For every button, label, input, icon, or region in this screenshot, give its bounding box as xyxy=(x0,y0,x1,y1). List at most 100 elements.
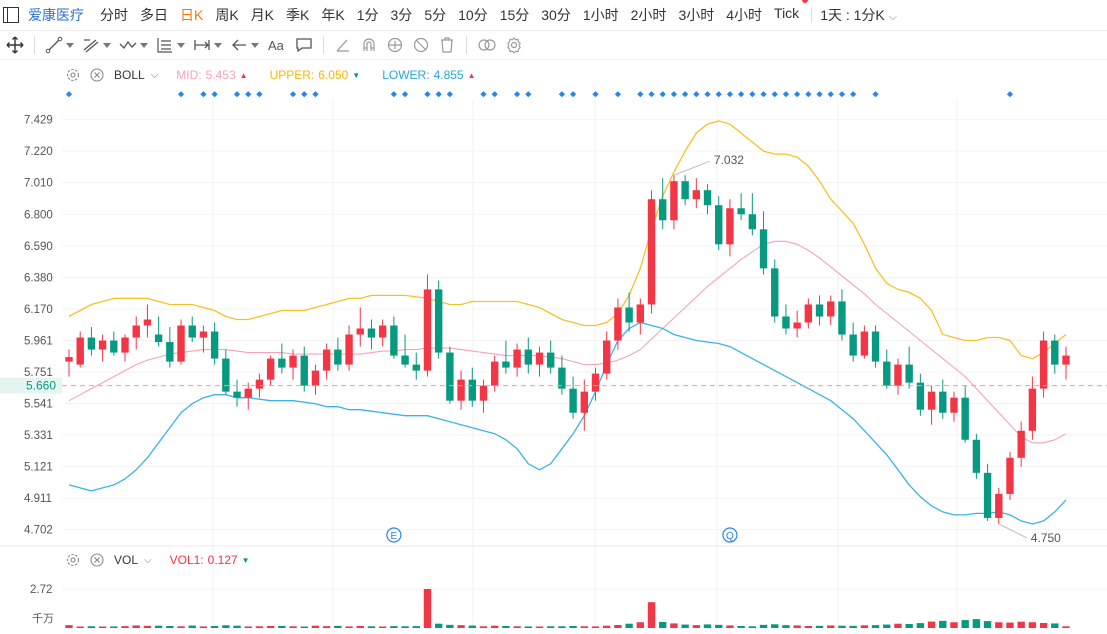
volume-bar-down xyxy=(1051,623,1059,628)
period-tab[interactable]: 3小时 xyxy=(678,5,714,25)
lower-value: 4.855 xyxy=(433,68,464,82)
candle-up xyxy=(121,337,129,353)
candle-down xyxy=(401,355,409,365)
volume-bar-up xyxy=(804,625,813,628)
measure-tool[interactable] xyxy=(193,36,222,54)
candle-up xyxy=(423,289,432,371)
candle-up xyxy=(177,325,185,362)
volume-bar-up xyxy=(692,625,701,628)
fib-tool[interactable] xyxy=(156,36,185,54)
volume-bar-down xyxy=(849,625,857,628)
lock-tool[interactable] xyxy=(386,36,404,54)
period-tab[interactable]: 分时 xyxy=(100,5,128,25)
volume-bar-down xyxy=(782,625,790,628)
wave-tool[interactable] xyxy=(119,36,148,54)
signal-dot xyxy=(256,91,263,98)
comment-icon xyxy=(296,38,312,53)
event-marker-label: E xyxy=(391,531,398,542)
candle-down xyxy=(1051,340,1059,365)
stock-name[interactable]: 爱康医疗 xyxy=(28,5,84,25)
toolbar-divider xyxy=(34,36,35,54)
vol1-value: 0.127 xyxy=(207,553,238,567)
period-tab[interactable]: 4小时 xyxy=(726,5,762,25)
settings-tool[interactable] xyxy=(505,36,523,54)
period-tab[interactable]: 年K xyxy=(321,5,344,25)
volume-bar-down xyxy=(110,626,118,628)
volume-bar-down xyxy=(625,623,633,628)
angle-icon xyxy=(336,39,349,52)
volume-bar-down xyxy=(502,625,510,628)
candle-down xyxy=(961,397,969,440)
volume-bar-up xyxy=(580,626,589,628)
period-tab[interactable]: 季K xyxy=(286,5,309,25)
period-tab[interactable]: 周K xyxy=(215,5,238,25)
arrow-tool[interactable] xyxy=(230,36,259,54)
boll-bands xyxy=(68,120,1067,525)
price-tick-label: 6.170 xyxy=(24,304,53,316)
chevron-down-icon[interactable]: ⌵ xyxy=(151,70,159,81)
period-tab[interactable]: 3分 xyxy=(391,5,413,25)
candle-up xyxy=(143,319,152,326)
close-icon[interactable] xyxy=(90,553,104,567)
gear-icon[interactable] xyxy=(66,68,80,82)
period-tab[interactable]: 10分 xyxy=(458,5,488,25)
last-price-label: 5.660 xyxy=(26,379,56,393)
signal-dot xyxy=(771,91,778,98)
volume-bar-down xyxy=(367,626,376,628)
period-tab[interactable]: 月K xyxy=(251,5,274,25)
signal-dot xyxy=(480,91,487,98)
channel-tool[interactable] xyxy=(82,36,111,54)
chevron-down-icon[interactable]: ⌵ xyxy=(144,555,152,566)
candle-down xyxy=(905,364,913,383)
candle-up xyxy=(132,325,140,338)
period-tab[interactable]: 15分 xyxy=(500,5,530,25)
candle-up xyxy=(98,340,107,350)
crosshair-move-tool[interactable] xyxy=(6,36,24,54)
line-tool[interactable] xyxy=(45,36,74,54)
comment-tool[interactable] xyxy=(295,36,313,54)
parallel-channel-icon xyxy=(83,39,99,53)
volume-bar-down xyxy=(300,626,308,628)
period-tab[interactable]: 5分 xyxy=(424,5,446,25)
sidebar-toggle-icon[interactable] xyxy=(3,7,19,23)
candle-up xyxy=(670,181,678,221)
volume-bar-up xyxy=(311,625,320,628)
candle-down xyxy=(524,349,532,365)
period-tab[interactable]: Tick xyxy=(774,0,809,25)
signal-dot xyxy=(312,91,319,98)
period-tab[interactable]: 日K xyxy=(180,5,203,25)
candle-down xyxy=(748,214,757,230)
signal-dot xyxy=(782,91,790,98)
signal-dot xyxy=(65,91,73,98)
compare-tool[interactable] xyxy=(477,36,497,54)
volume-bar-down xyxy=(703,624,712,628)
candle-up xyxy=(356,328,364,335)
period-tab[interactable]: 多日 xyxy=(140,5,168,25)
close-icon[interactable] xyxy=(90,68,104,82)
hide-tool[interactable] xyxy=(412,36,430,54)
delete-tool[interactable] xyxy=(438,36,456,54)
ruler-tool[interactable] xyxy=(334,36,352,54)
signal-dot xyxy=(648,91,655,98)
signal-dot xyxy=(289,91,297,98)
candle-down xyxy=(222,358,230,392)
text-tool[interactable]: Aa xyxy=(267,36,287,54)
period-tab[interactable]: 2小时 xyxy=(631,5,667,25)
candle-down xyxy=(87,337,96,350)
period-tab[interactable]: 1分 xyxy=(357,5,379,25)
range-selector[interactable]: 1天 : 1分K ⌵ xyxy=(820,5,897,25)
toolbar-divider xyxy=(323,36,324,54)
volume-bar-up xyxy=(591,626,600,628)
signal-dot xyxy=(435,91,442,98)
candle-down xyxy=(759,229,768,269)
candle-down xyxy=(502,361,510,368)
magnet-icon xyxy=(363,38,375,51)
period-tab[interactable]: 1小时 xyxy=(583,5,619,25)
volume-bar-down xyxy=(401,626,409,628)
volume-bar-up xyxy=(199,626,208,628)
period-tab[interactable]: 30分 xyxy=(541,5,571,25)
magnet-tool[interactable] xyxy=(360,36,378,54)
candle-up xyxy=(513,349,521,368)
signal-dot xyxy=(872,91,879,98)
gear-icon[interactable] xyxy=(66,553,80,567)
